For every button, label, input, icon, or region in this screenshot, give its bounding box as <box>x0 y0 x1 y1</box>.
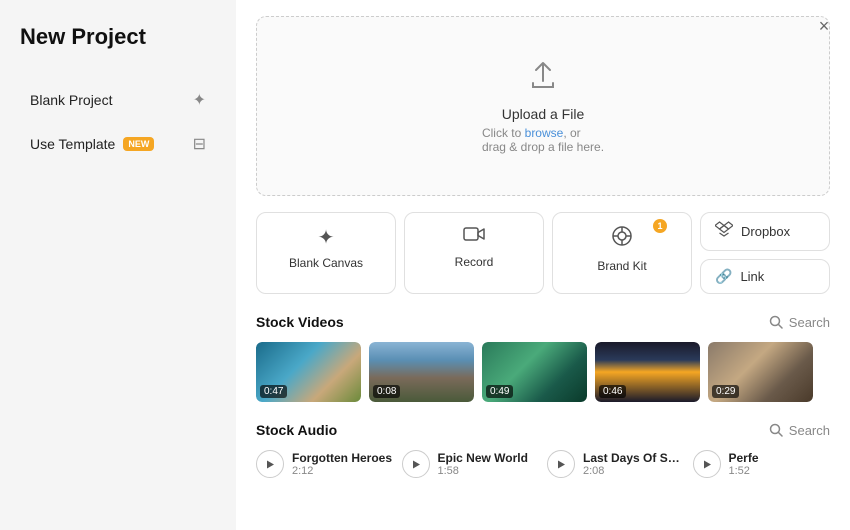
upload-icon <box>527 59 559 98</box>
upload-area[interactable]: Upload a File Click to browse, or drag &… <box>256 16 830 196</box>
dropbox-label: Dropbox <box>741 224 790 239</box>
audio-item-1: Epic New World 1:58 <box>402 450 540 478</box>
main-panel: × Upload a File Click to browse, or drag… <box>236 0 850 530</box>
stock-audio-search-label: Search <box>789 423 830 438</box>
upload-title: Upload a File <box>502 106 585 122</box>
stock-audio-search[interactable]: Search <box>769 423 830 438</box>
audio-row: Forgotten Heroes 2:12 Epic New World 1:5… <box>256 450 830 478</box>
sidebar-item-use-template[interactable]: Use Template NEW ⊟ <box>20 126 216 162</box>
play-icon-1 <box>411 459 421 470</box>
audio-duration-1: 1:58 <box>438 465 528 477</box>
play-icon-2 <box>556 459 566 470</box>
close-button[interactable]: × <box>812 14 836 38</box>
brand-kit-button[interactable]: 1 Brand Kit <box>552 212 692 294</box>
sidebar-item-blank-project[interactable]: Blank Project ✦ <box>20 82 216 118</box>
blank-canvas-button[interactable]: ✦ Blank Canvas <box>256 212 396 294</box>
dropbox-button[interactable]: Dropbox <box>700 212 830 251</box>
page-title: New Project <box>20 24 216 50</box>
sidebar: New Project Blank Project ✦ Use Template… <box>0 0 236 530</box>
link-label: Link <box>740 269 764 284</box>
video-row: 0:47 0:08 0:49 0:46 0:29 <box>256 342 830 402</box>
brand-kit-label: Brand Kit <box>597 259 646 273</box>
video-duration-4: 0:29 <box>712 385 739 398</box>
record-icon <box>463 225 485 249</box>
video-thumb-1[interactable]: 0:08 <box>369 342 474 402</box>
template-icon: ⊟ <box>193 134 206 154</box>
audio-search-icon <box>769 423 783 437</box>
audio-item-0: Forgotten Heroes 2:12 <box>256 450 394 478</box>
audio-title-1: Epic New World <box>438 451 528 465</box>
video-duration-0: 0:47 <box>260 385 287 398</box>
audio-title-3: Perfe <box>729 451 759 465</box>
audio-item-2: Last Days Of Su... 2:08 <box>547 450 685 478</box>
audio-item-3: Perfe 1:52 <box>693 450 831 478</box>
stock-audio-header: Stock Audio Search <box>256 422 830 438</box>
search-icon <box>769 315 783 329</box>
play-icon-3 <box>702 459 712 470</box>
browse-link[interactable]: browse <box>525 126 564 140</box>
blank-project-label: Blank Project <box>30 92 112 108</box>
play-button-1[interactable] <box>402 450 430 478</box>
play-button-0[interactable] <box>256 450 284 478</box>
video-duration-1: 0:08 <box>373 385 400 398</box>
video-thumb-0[interactable]: 0:47 <box>256 342 361 402</box>
blank-canvas-label: Blank Canvas <box>289 256 363 270</box>
audio-title-2: Last Days Of Su... <box>583 451 685 465</box>
stock-audio-title: Stock Audio <box>256 422 337 438</box>
play-button-3[interactable] <box>693 450 721 478</box>
video-thumb-3[interactable]: 0:46 <box>595 342 700 402</box>
link-button[interactable]: 🔗 Link <box>700 259 830 294</box>
use-template-label: Use Template <box>30 136 115 152</box>
source-row: ✦ Blank Canvas Record 1 <box>256 212 830 294</box>
brand-kit-icon <box>611 225 633 253</box>
upload-subtitle: Click to browse, or drag & drop a file h… <box>482 126 604 154</box>
source-right-panel: Dropbox 🔗 Link <box>700 212 830 294</box>
record-label: Record <box>455 255 494 269</box>
video-duration-3: 0:46 <box>599 385 626 398</box>
play-icon-0 <box>265 459 275 470</box>
blank-project-icon: ✦ <box>193 90 206 110</box>
brand-kit-notification: 1 <box>653 219 667 233</box>
stock-videos-search[interactable]: Search <box>769 315 830 330</box>
link-icon: 🔗 <box>715 268 732 285</box>
audio-duration-0: 2:12 <box>292 465 392 477</box>
audio-duration-2: 2:08 <box>583 465 685 477</box>
stock-videos-search-label: Search <box>789 315 830 330</box>
blank-canvas-icon: ✦ <box>318 225 335 250</box>
stock-videos-header: Stock Videos Search <box>256 314 830 330</box>
audio-title-0: Forgotten Heroes <box>292 451 392 465</box>
video-duration-2: 0:49 <box>486 385 513 398</box>
record-button[interactable]: Record <box>404 212 544 294</box>
dropbox-icon <box>715 221 733 242</box>
stock-videos-title: Stock Videos <box>256 314 344 330</box>
video-thumb-4[interactable]: 0:29 <box>708 342 813 402</box>
new-badge: NEW <box>123 137 154 151</box>
play-button-2[interactable] <box>547 450 575 478</box>
audio-duration-3: 1:52 <box>729 465 759 477</box>
video-thumb-2[interactable]: 0:49 <box>482 342 587 402</box>
